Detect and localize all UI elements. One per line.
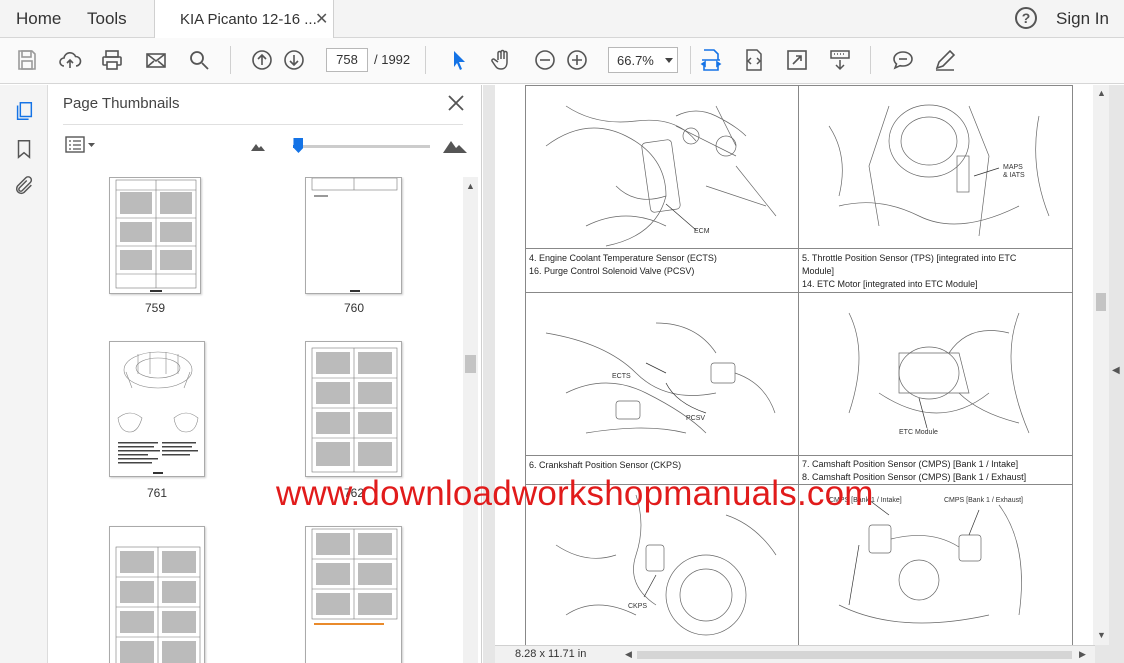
label-ecm: ECM xyxy=(694,228,710,235)
panel-title: Page Thumbnails xyxy=(63,95,180,112)
search-icon[interactable] xyxy=(186,47,212,73)
slider-thumb[interactable] xyxy=(293,138,304,153)
thumbnail-scrollbar[interactable]: ▲ xyxy=(463,177,478,663)
diagram-ecm: ECM xyxy=(525,85,799,249)
thumbnail-page[interactable] xyxy=(109,177,201,294)
thumbnail-page[interactable] xyxy=(305,526,402,663)
select-cursor-icon[interactable] xyxy=(446,47,472,73)
watermark: www.downloadworkshopmanuals.com xyxy=(276,474,874,513)
thumbnail-label: 761 xyxy=(146,486,168,500)
page-size: 8.28 x 11.71 in xyxy=(515,648,587,660)
mountain-small-icon[interactable] xyxy=(251,141,265,151)
toolbar-separator xyxy=(690,46,691,74)
scrollbar-thumb[interactable] xyxy=(465,355,476,373)
close-panel-icon[interactable] xyxy=(445,92,467,114)
zoom-select[interactable]: 66.7% xyxy=(608,47,678,73)
page-total: / 1992 xyxy=(374,52,411,67)
label-ckps: CKPS xyxy=(628,603,648,610)
scrollbar-thumb[interactable] xyxy=(1096,293,1106,311)
home-menu[interactable]: Home xyxy=(16,9,61,29)
thumbnail-page[interactable] xyxy=(305,341,402,477)
thumbnail-page[interactable] xyxy=(305,177,402,294)
document-tab[interactable]: KIA Picanto 12-16 ... ✕ xyxy=(154,0,334,38)
diagram-etc-module: ETC Module xyxy=(798,292,1073,456)
zoom-out-icon[interactable] xyxy=(532,47,558,73)
rotate-page-icon[interactable] xyxy=(741,47,767,73)
panel-divider xyxy=(63,124,463,125)
caption-line: 7. Camshaft Position Sensor (CMPS) [Bank… xyxy=(802,459,1019,469)
caption-line: 4. Engine Coolant Temperature Sensor (EC… xyxy=(529,253,717,263)
label-ects: ECTS xyxy=(612,373,631,380)
diagram-ects-pcsv: ECTS PCSV xyxy=(525,292,799,456)
thumbnail-label: 760 xyxy=(343,301,365,315)
print-icon[interactable] xyxy=(99,47,125,73)
help-icon[interactable]: ? xyxy=(1015,7,1037,29)
bookmark-icon[interactable] xyxy=(12,137,36,161)
toolbar-separator xyxy=(230,46,231,74)
page-up-icon[interactable] xyxy=(249,47,275,73)
thumbnail-label: 759 xyxy=(144,301,166,315)
label-iats: & IATS xyxy=(1003,172,1025,179)
attachment-icon[interactable] xyxy=(12,174,36,198)
navigation-rail xyxy=(0,85,48,663)
mountain-large-icon[interactable] xyxy=(443,137,467,153)
email-icon[interactable] xyxy=(143,47,169,73)
scroll-down-icon[interactable]: ▼ xyxy=(1097,630,1106,640)
label-cmps-exhaust: CMPS [Bank 1 / Exhaust] xyxy=(944,497,1023,504)
horizontal-scrollbar-thumb[interactable] xyxy=(637,651,1072,659)
zoom-value: 66.7% xyxy=(617,53,654,68)
hand-tool-icon[interactable] xyxy=(489,47,515,73)
zoom-in-icon[interactable] xyxy=(564,47,590,73)
toolbar xyxy=(0,38,1124,84)
full-screen-icon[interactable] xyxy=(784,47,810,73)
thumbnail-size-slider[interactable] xyxy=(293,145,430,148)
caption-line: 5. Throttle Position Sensor (TPS) [integ… xyxy=(802,253,1017,263)
caption-line: 14. ETC Motor [integrated into ETC Modul… xyxy=(802,279,978,289)
status-bar: 8.28 x 11.71 in ◀ ▶ xyxy=(495,645,1095,663)
fit-page-icon[interactable] xyxy=(698,47,724,73)
menu-bar: Home Tools KIA Picanto 12-16 ... ✕ ? Sig… xyxy=(0,0,1124,38)
diagram-maps-iats: MAPS & IATS xyxy=(798,85,1073,249)
thumbnail-page[interactable] xyxy=(109,526,205,663)
chevron-down-icon xyxy=(665,58,673,63)
pdf-page[interactable]: ECM MAPS & IATS 4. Engine Coolant Temper… xyxy=(495,85,1095,645)
scroll-right-icon[interactable]: ▶ xyxy=(1079,649,1086,660)
label-etc-module: ETC Module xyxy=(899,429,938,436)
scroll-up-icon[interactable]: ▲ xyxy=(466,181,475,191)
toolbar-separator xyxy=(870,46,871,74)
label-pcsv: PCSV xyxy=(686,415,706,422)
caption-line: 16. Purge Control Solenoid Valve (PCSV) xyxy=(529,266,695,276)
page-down-icon[interactable] xyxy=(281,47,307,73)
caption-line: Module] xyxy=(802,266,835,276)
scroll-up-icon[interactable]: ▲ xyxy=(1097,88,1106,98)
page-number-input[interactable]: 758 xyxy=(326,48,368,72)
page-thumbnails-icon[interactable] xyxy=(12,99,36,123)
scroll-left-icon[interactable]: ◀ xyxy=(625,649,632,660)
thumbnail-page[interactable] xyxy=(109,341,205,477)
expand-right-panel-icon[interactable]: ◀ xyxy=(1112,365,1120,376)
thumbnail-list[interactable]: 759 760 761 762 xyxy=(48,177,463,663)
caption-line: 6. Crankshaft Position Sensor (CKPS) xyxy=(529,460,682,470)
tools-menu[interactable]: Tools xyxy=(87,9,127,29)
save-icon[interactable] xyxy=(14,47,40,73)
document-tab-title: KIA Picanto 12-16 ... xyxy=(180,11,317,28)
sign-icon[interactable] xyxy=(932,47,958,73)
thumbnail-options-icon[interactable] xyxy=(65,136,97,154)
document-scrollbar[interactable]: ▲ ▼ xyxy=(1093,85,1109,645)
scroll-mode-icon[interactable] xyxy=(827,47,853,73)
close-tab-icon[interactable]: ✕ xyxy=(315,9,328,29)
sign-in-link[interactable]: Sign In xyxy=(1056,9,1109,29)
upload-cloud-icon[interactable] xyxy=(57,47,83,73)
caption-cell: 4. Engine Coolant Temperature Sensor (EC… xyxy=(525,248,799,293)
caption-cell: 5. Throttle Position Sensor (TPS) [integ… xyxy=(798,248,1073,293)
comment-icon[interactable] xyxy=(890,47,916,73)
toolbar-separator xyxy=(425,46,426,74)
label-maps: MAPS xyxy=(1003,164,1023,171)
